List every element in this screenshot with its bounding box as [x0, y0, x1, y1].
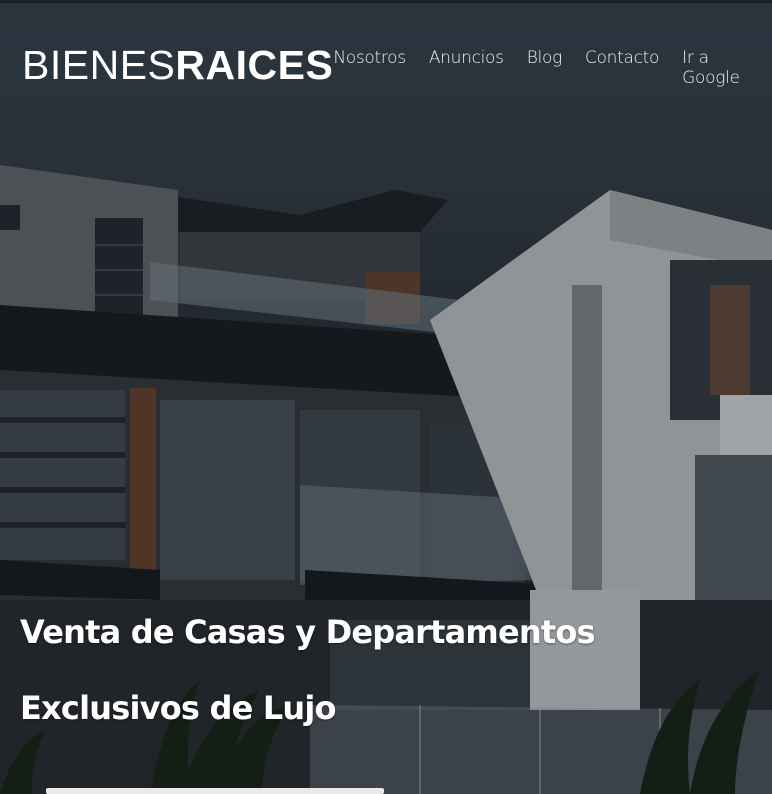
hero-dark-overlay — [0, 0, 772, 794]
nav-link-contacto[interactable]: Contacto — [585, 48, 659, 88]
hero-section: BIENESRAICES Nosotros Anuncios Blog Cont… — [0, 0, 772, 794]
main-navigation: Nosotros Anuncios Blog Contacto Ir a Goo… — [333, 48, 762, 88]
site-logo[interactable]: BIENESRAICES — [22, 41, 334, 88]
hero-headline-line-2: Exclusivos de Lujo — [20, 689, 337, 727]
hero-headline-line-1: Venta de Casas y Departamentos — [20, 613, 596, 651]
logo-text-light: BIENES — [22, 41, 176, 88]
nav-link-blog[interactable]: Blog — [527, 48, 563, 88]
site-header: BIENESRAICES Nosotros Anuncios Blog Cont… — [22, 40, 762, 90]
nav-link-google[interactable]: Ir a Google — [682, 48, 762, 88]
logo-text-bold: RAICES — [175, 41, 334, 88]
nav-link-nosotros[interactable]: Nosotros — [333, 48, 406, 88]
horizontal-scrollbar[interactable] — [46, 788, 384, 794]
window-top-border — [0, 0, 772, 3]
nav-link-anuncios[interactable]: Anuncios — [429, 48, 504, 88]
